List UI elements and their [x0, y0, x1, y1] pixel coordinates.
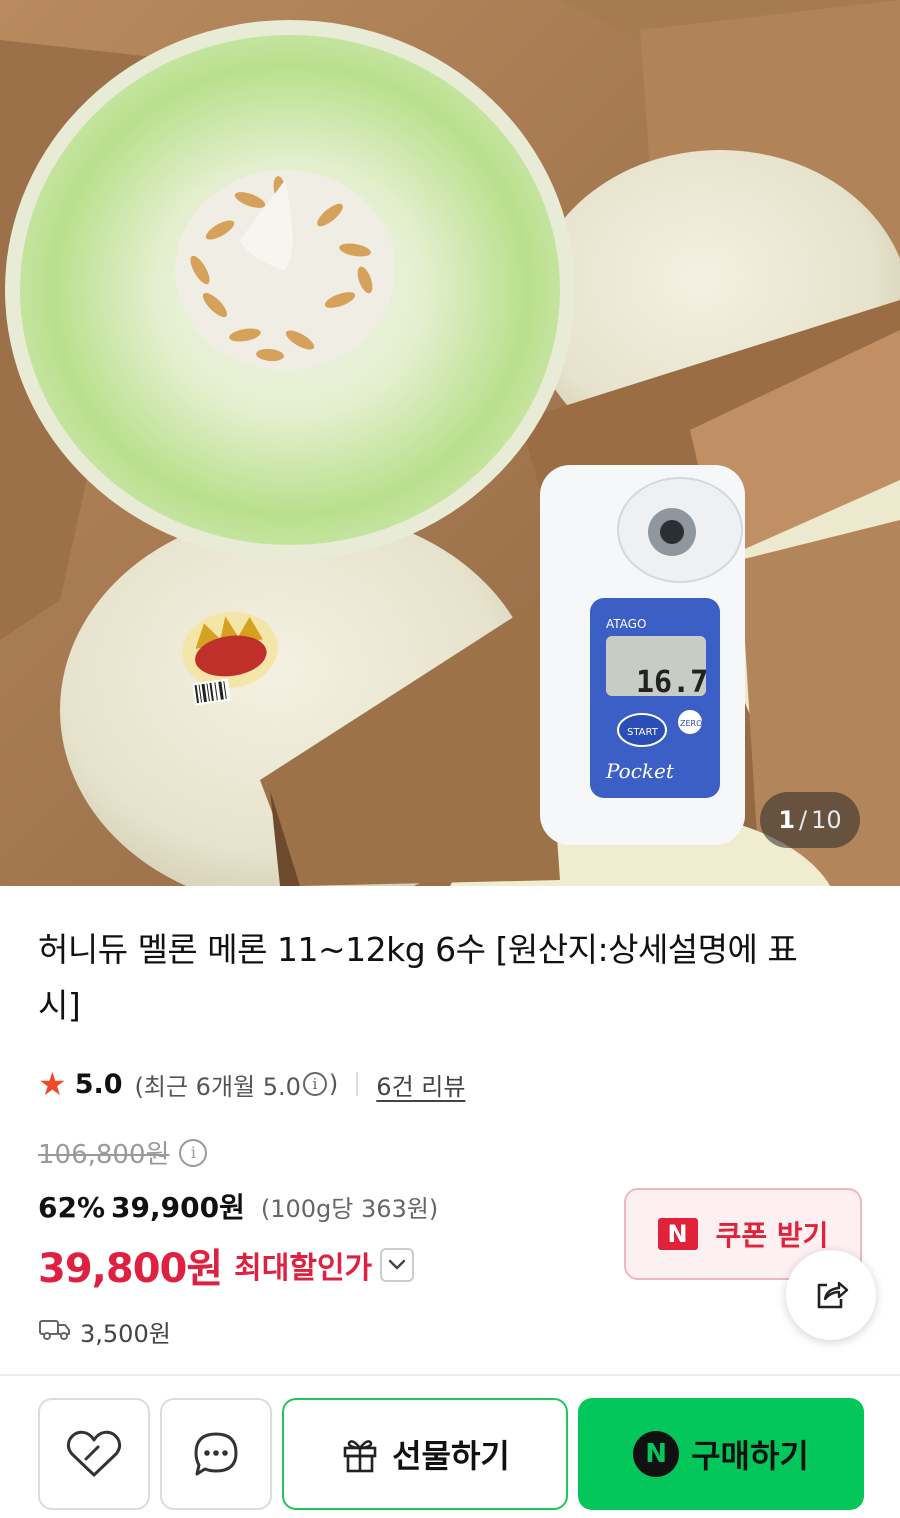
chevron-down-icon[interactable]	[380, 1248, 415, 1282]
buy-button-label: 구매하기	[691, 1437, 809, 1475]
share-button[interactable]	[786, 1250, 876, 1340]
coupon-label: 쿠폰 받기	[715, 1219, 829, 1252]
refractometer-reading: 16.7	[636, 665, 708, 700]
talk-talk-button[interactable]	[160, 1398, 272, 1510]
shipping-row: 3,500원	[38, 1314, 171, 1349]
sale-price: 39,900원	[111, 1191, 245, 1224]
refractometer-brand: ATAGO	[606, 617, 646, 631]
original-price: 106,800원	[38, 1140, 170, 1170]
sale-price-row: 62% 39,900원 (100g당 363원)	[38, 1186, 438, 1226]
section-divider	[0, 1374, 900, 1376]
product-image-gallery[interactable]: 16.7 ATAGO START ZERO Pocket 1 / 10	[0, 0, 900, 886]
product-photo: 16.7 ATAGO START ZERO Pocket	[0, 0, 900, 886]
image-counter-separator: /	[799, 806, 808, 834]
delivery-truck-icon	[38, 1317, 80, 1347]
rating-recent-close: )	[328, 1070, 339, 1098]
gift-button[interactable]: 선물하기	[282, 1398, 568, 1510]
image-counter: 1 / 10	[760, 792, 860, 848]
product-title: 허니듀 멜론 메론 11~12kg 6수 [원산지:상세설명에 표시]	[38, 930, 798, 1025]
divider	[356, 1072, 359, 1096]
like-button[interactable]	[38, 1398, 150, 1510]
discount-percent: 62%	[38, 1191, 106, 1224]
refractometer-start: START	[627, 727, 659, 738]
review-count-link[interactable]: 6건 리뷰	[376, 1067, 465, 1102]
star-icon: ★	[38, 1065, 67, 1103]
original-price-row: 106,800원 i	[38, 1134, 208, 1171]
shipping-fee: 3,500원	[80, 1320, 171, 1348]
info-icon[interactable]: i	[179, 1138, 208, 1167]
gift-button-label: 선물하기	[392, 1437, 510, 1475]
rating-recent: (최근 6개월 5.0	[134, 1072, 301, 1101]
image-counter-current: 1	[778, 806, 796, 834]
info-icon[interactable]: i	[302, 1072, 327, 1096]
image-counter-total: 10	[811, 806, 842, 834]
final-price-row: 39,800원 최대할인가	[38, 1236, 415, 1294]
share-icon	[817, 1281, 849, 1309]
naver-pay-badge: N	[633, 1431, 680, 1477]
rating-score: 5.0	[74, 1068, 123, 1100]
refractometer-model: Pocket	[605, 759, 675, 783]
rating-row: ★ 5.0 (최근 6개월 5.0 i ) 6건 리뷰	[38, 1064, 465, 1104]
chat-icon	[194, 1432, 238, 1476]
heart-icon	[66, 1430, 122, 1477]
final-price: 39,800원	[38, 1246, 223, 1292]
gift-icon	[343, 1440, 377, 1473]
refractometer-zero: ZERO	[680, 719, 702, 728]
buy-button[interactable]: N 구매하기	[578, 1398, 864, 1510]
unit-price: (100g당 363원)	[260, 1195, 439, 1223]
naver-n-badge: N	[657, 1218, 698, 1250]
final-price-label: 최대할인가	[234, 1251, 373, 1286]
